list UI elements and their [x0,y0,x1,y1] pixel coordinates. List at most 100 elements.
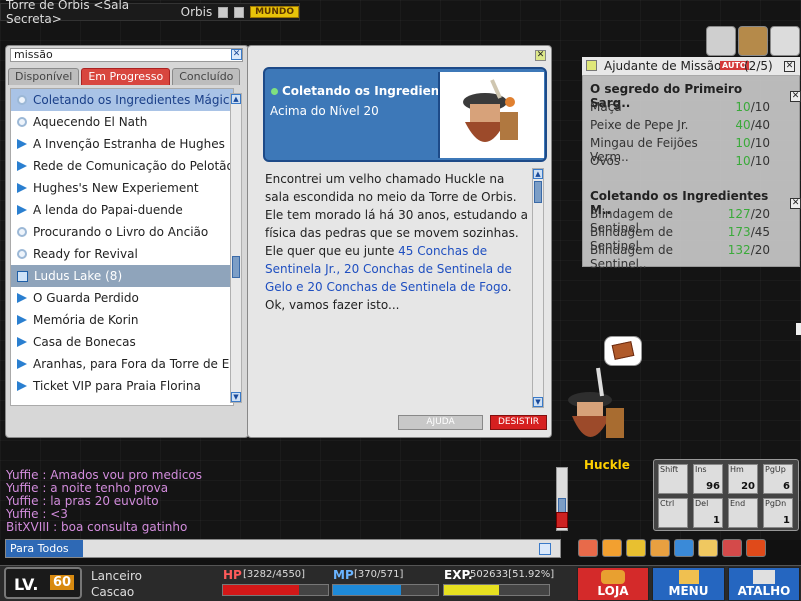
quest-list-item[interactable]: Procurando o Livro do Ancião [11,221,233,243]
scroll-up-button[interactable]: ▲ [231,94,241,104]
shortcut-icon [753,570,775,584]
minimap-minus-button[interactable] [218,6,229,18]
notice-icon[interactable] [746,539,766,557]
chat-input-bar[interactable] [5,539,561,558]
helper-item-row: Blindagem de Sentinel.. 132/20 [590,243,770,271]
helper-item-name: Maçã [590,100,622,114]
quest-search-close-button[interactable]: ✕ [231,49,242,60]
detail-scroll-down-button[interactable]: ▼ [533,397,543,407]
helper-toggle-icon[interactable] [586,60,597,71]
scroll-thumb[interactable] [232,256,240,278]
shop-button[interactable]: LOJA [577,567,649,601]
skill-slot[interactable]: Ins 96 [693,464,723,494]
detail-scrollbar[interactable]: ▲ ▼ [532,168,544,408]
quest-description-text: Encontrei um velho chamado Huckle na sal… [265,172,528,258]
skill-key-label: PgUp [765,465,786,474]
quest-book-icon[interactable] [602,539,622,557]
skill-slot[interactable]: End [728,498,758,528]
event-icon[interactable] [578,539,598,557]
skill-key-label: PgDn [765,499,787,508]
quest-list-item[interactable]: Rede de Comunicação do Pelotão A [11,155,233,177]
helper-item-have: 10 [735,136,751,150]
equipment-icon[interactable] [626,539,646,557]
skill-slot[interactable]: PgUp 6 [763,464,793,494]
quest-list: Coletando os Ingredientes Mágic.. Aquecen… [10,88,234,406]
helper-item-need: /20 [750,243,770,257]
menu-button[interactable]: MENU [652,567,725,601]
world-map-button[interactable]: MUNDO [250,6,299,18]
book-icon [611,341,635,360]
shortcut-button[interactable]: ATALHO [728,567,800,601]
helper-item-have: 132 [727,243,751,257]
exp-bar-fill [444,585,499,595]
hp-bar [222,584,329,596]
quest-list-item[interactable]: Ready for Revival [11,243,233,265]
skill-slot[interactable]: Ctrl [658,498,688,528]
hp-bar-fill [223,585,299,595]
stats-icon[interactable] [674,539,694,557]
exp-text: 502633[51.92%] [470,569,555,580]
skill-slot[interactable]: Hm 20 [728,464,758,494]
skill-key-label: Ins [695,465,707,474]
quest-list-item[interactable]: Aranhas, para Fora da Torre de Eos [11,353,233,375]
quest-arrow-icon [17,139,27,149]
quest-list-item[interactable]: Memória de Korin [11,309,233,331]
inventory-icon[interactable] [650,539,670,557]
npc-huckle-sprite[interactable] [562,360,632,455]
quest-list-item[interactable]: Ludus Lake (8) [11,265,233,287]
quest-circle-icon [17,95,27,105]
quest-list-item[interactable]: A lenda do Papai-duende [11,199,233,221]
quest-circle-icon [17,227,27,237]
chat-channel-select[interactable]: Para Todos [6,540,83,557]
quest-list-item[interactable]: Casa de Bonecas [11,331,233,353]
helper-quest-remove-button[interactable]: ✕ [790,197,801,209]
shop-icon [601,570,625,584]
scroll-down-button[interactable]: ▼ [231,392,241,402]
world-name: Orbis [180,5,213,19]
give-up-button[interactable]: DESISTIR [490,415,547,430]
quest-list-item[interactable]: Ticket VIP para Praia Florina [11,375,233,397]
minimap-plus-button[interactable] [234,6,245,18]
helper-item-progress: 127/20 [728,207,770,225]
shop-label: LOJA [597,584,629,598]
helper-item-row: Ovos 10/10 [590,154,770,172]
skill-count: 96 [706,481,720,492]
tab-disponivel[interactable]: Disponível [8,68,80,85]
tab-em-progresso[interactable]: Em Progresso [81,68,171,85]
skill-slot[interactable]: Shift [658,464,688,494]
detail-close-button[interactable]: ✕ [535,50,546,61]
detail-scroll-up-button[interactable]: ▲ [533,169,543,179]
skill-count: 20 [741,481,755,492]
cash-shop-icon[interactable] [722,539,742,557]
hp-label: HP [223,568,242,582]
helper-close-button[interactable]: ✕ [784,61,795,72]
exp-label: EXP. [444,568,473,582]
chat-size-button[interactable] [539,543,551,555]
skills-icon[interactable] [698,539,718,557]
quest-description: Encontrei um velho chamado Huckle na sal… [265,170,528,390]
helper-item-name: Blindagem de Sentinel.. [590,225,673,253]
skill-slot[interactable]: Del 1 [693,498,723,528]
quest-list-item[interactable]: A Invenção Estranha de Hughes [11,133,233,155]
armor-buff-icon[interactable] [738,26,768,56]
skill-slot[interactable]: PgDn 1 [763,498,793,528]
help-button[interactable]: AJUDA [398,415,483,430]
mp-text: [370/571] [354,569,404,580]
quest-list-item[interactable]: Coletando os Ingredientes Mágic.. [11,89,233,111]
helper-item-need: /20 [750,207,770,221]
quest-list-item[interactable]: Aquecendo El Nath [11,111,233,133]
quest-list-item[interactable]: O Guarda Perdido [11,287,233,309]
detail-scroll-thumb[interactable] [534,181,542,203]
helper-quest-remove-button[interactable]: ✕ [790,90,801,102]
chat-toggle-button[interactable] [556,512,568,528]
quest-list-scrollbar[interactable]: ▲ ▼ [230,93,242,403]
character-buff-icon[interactable] [770,26,800,56]
quest-list-item-label: Rede de Comunicação do Pelotão A [33,159,233,173]
quest-search-input[interactable]: missão [10,48,243,62]
quest-list-item-label: A lenda do Papai-duende [33,203,183,217]
tab-concluido[interactable]: Concluído [172,68,241,85]
quest-list-item[interactable]: Hughes's New Experiement [11,177,233,199]
sword-skill-icon[interactable] [706,26,736,56]
skill-shortcut-grid: Shift Ins 96 Hm 20 PgUp 6 Ctrl Del 1 End PgDn 1 [653,459,799,531]
quest-list-item-label: Memória de Korin [33,313,139,327]
